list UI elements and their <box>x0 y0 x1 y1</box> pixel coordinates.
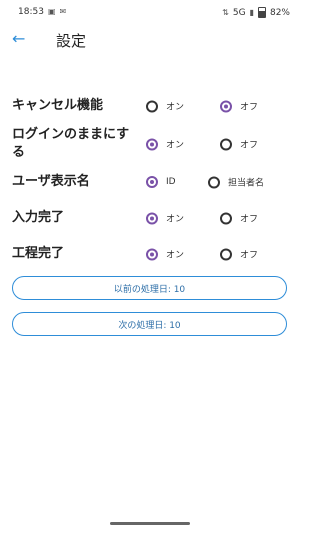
radio-button[interactable] <box>220 138 232 150</box>
setting-row-user-display-name: ユーザ表示名 ID 担当者名 <box>0 164 300 200</box>
radio-option-on[interactable]: オン <box>146 248 184 261</box>
radio-option-person-name[interactable]: 担当者名 <box>208 176 264 189</box>
setting-label: 入力完了 <box>12 210 65 225</box>
option-label: オフ <box>240 140 259 151</box>
radio-button-selected[interactable] <box>146 212 158 224</box>
radio-button[interactable] <box>220 248 232 260</box>
radio-option-on[interactable]: オン <box>146 100 184 113</box>
page-title: 設定 <box>56 32 87 50</box>
next-processing-date-button[interactable]: 次の処理日: 10 <box>12 312 287 336</box>
setting-label: ユーザ表示名 <box>12 174 90 189</box>
option-label: オフ <box>240 102 259 113</box>
radio-button-selected[interactable] <box>146 176 158 188</box>
previous-processing-date-button[interactable]: 以前の処理日: 10 <box>12 276 287 300</box>
status-right: ⇅ 5G ▮ 82% <box>222 7 290 18</box>
setting-label: 工程完了 <box>12 246 65 261</box>
radio-button[interactable] <box>220 212 232 224</box>
notification-icon: ▣ <box>47 7 56 16</box>
radio-button-selected[interactable] <box>146 138 158 150</box>
status-bar: 18:53 ▣ ✉ ⇅ 5G ▮ 82% <box>0 0 300 22</box>
network-type: 5G <box>232 7 246 18</box>
status-left: 18:53 ▣ ✉ <box>18 7 66 17</box>
setting-label: ログインのままにする <box>12 127 130 160</box>
setting-label: キャンセル機能 <box>12 98 104 113</box>
radio-button-selected[interactable] <box>220 100 232 112</box>
radio-option-off[interactable]: オフ <box>220 138 258 151</box>
setting-row-cancel: キャンセル機能 オン オフ <box>0 88 300 124</box>
battery-icon <box>257 7 266 18</box>
option-label: 担当者名 <box>228 178 265 189</box>
app-bar: ← 設定 <box>0 24 300 54</box>
radio-button-selected[interactable] <box>146 248 158 260</box>
radio-option-off[interactable]: オフ <box>220 248 258 261</box>
radio-option-id[interactable]: ID <box>146 176 176 188</box>
setting-row-process-complete: 工程完了 オン オフ <box>0 236 300 272</box>
option-label: オン <box>166 250 185 261</box>
setting-row-stay-logged-in: ログインのままにする オン オフ <box>0 124 300 164</box>
option-label: オン <box>166 214 185 225</box>
radio-button[interactable] <box>208 176 220 188</box>
option-label: オン <box>166 102 185 113</box>
radio-option-off[interactable]: オフ <box>220 100 258 113</box>
radio-option-on[interactable]: オン <box>146 212 184 225</box>
status-time: 18:53 <box>18 7 44 17</box>
back-arrow-icon[interactable]: ← <box>12 24 32 54</box>
mail-icon: ✉ <box>59 7 67 16</box>
signal-icon: ▮ <box>249 7 254 17</box>
setting-row-input-complete: 入力完了 オン オフ <box>0 200 300 236</box>
option-label: オフ <box>240 250 259 261</box>
radio-button[interactable] <box>146 100 158 112</box>
data-speed-icon: ⇅ <box>222 7 229 17</box>
option-label: ID <box>166 177 176 187</box>
radio-option-off[interactable]: オフ <box>220 212 258 225</box>
home-indicator[interactable] <box>110 522 190 525</box>
battery-level: 82% <box>269 7 290 18</box>
option-label: オン <box>166 140 185 151</box>
radio-option-on[interactable]: オン <box>146 138 184 151</box>
settings-list: キャンセル機能 オン オフ ログインのままにする オン オフ ユーザ表示名 ID… <box>0 88 300 272</box>
option-label: オフ <box>240 214 259 225</box>
